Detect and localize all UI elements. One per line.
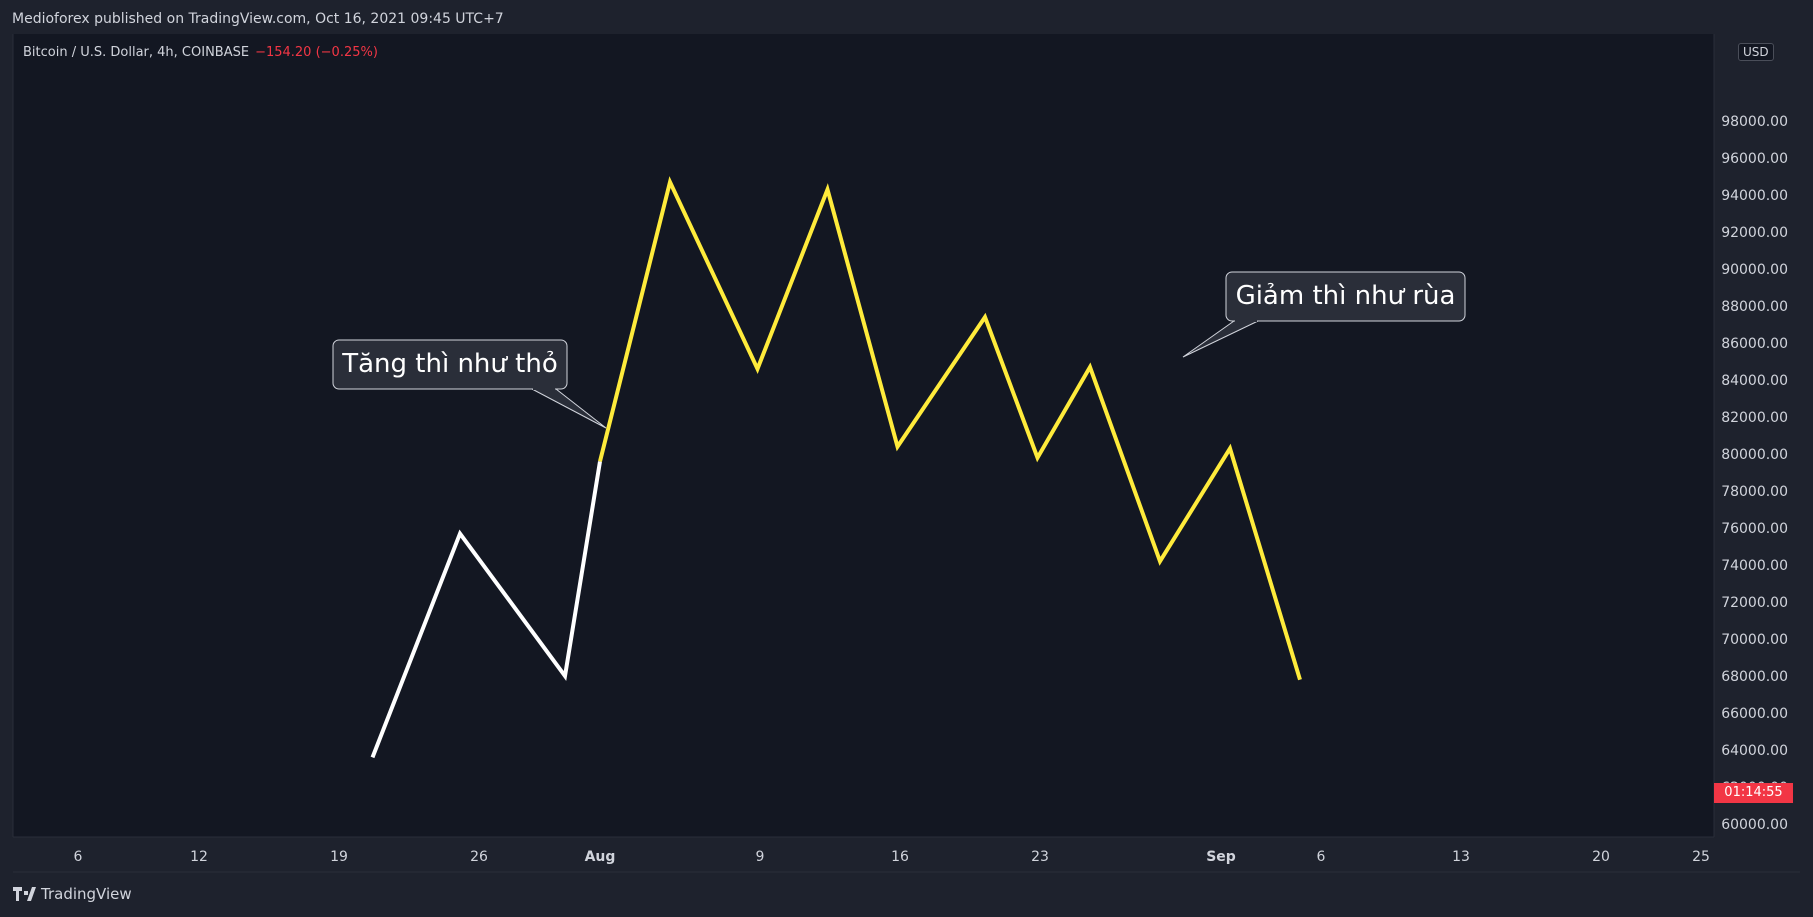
- y-tick-label: 78000.00: [1721, 484, 1788, 500]
- callout-annotation[interactable]: Giảm thì như rùa: [1182, 271, 1466, 358]
- y-tick-label: 96000.00: [1721, 151, 1788, 167]
- y-tick-label: 98000.00: [1721, 114, 1788, 130]
- callout-tail: [531, 388, 607, 429]
- series-layer: [370, 176, 1302, 759]
- x-tick-label: 6: [74, 849, 83, 865]
- y-tick-label: 94000.00: [1721, 188, 1788, 204]
- y-tick-label: 64000.00: [1721, 743, 1788, 759]
- y-tick-label: 66000.00: [1721, 706, 1788, 722]
- x-tick-label: 13: [1452, 849, 1470, 865]
- x-tick-label: 26: [470, 849, 488, 865]
- y-tick-label: 70000.00: [1721, 632, 1788, 648]
- callout-text: Tăng thì như thỏ: [341, 349, 558, 379]
- series-line[interactable]: [370, 461, 602, 759]
- brand-label: TradingView: [41, 885, 132, 903]
- symbol-label: Bitcoin / U.S. Dollar, 4h, COINBASE: [23, 45, 250, 60]
- y-tick-label: 84000.00: [1721, 373, 1788, 389]
- callout-text: Giảm thì như rùa: [1236, 281, 1456, 311]
- y-tick-label: 88000.00: [1721, 299, 1788, 315]
- currency-button[interactable]: USD: [1738, 43, 1774, 61]
- x-tick-label: Sep: [1206, 849, 1236, 865]
- y-tick-label: 72000.00: [1721, 595, 1788, 611]
- y-tick-label: 60000.00: [1721, 817, 1788, 833]
- y-tick-label: 92000.00: [1721, 225, 1788, 241]
- y-tick-label: 82000.00: [1721, 410, 1788, 426]
- y-tick-label: 76000.00: [1721, 521, 1788, 537]
- callout-tail: [1182, 320, 1259, 358]
- y-tick-label: 68000.00: [1721, 669, 1788, 685]
- series-line[interactable]: [598, 176, 1302, 681]
- change-label: −154.20 (−0.25%): [255, 45, 378, 60]
- y-tick-label: 74000.00: [1721, 558, 1788, 574]
- x-tick-label: 23: [1031, 849, 1049, 865]
- tradingview-logo-icon: [13, 887, 36, 901]
- x-tick-label: 12: [190, 849, 208, 865]
- price-axis: 60000.0062000.0064000.0066000.0068000.00…: [1721, 114, 1788, 833]
- callout-annotation[interactable]: Tăng thì như thỏ: [332, 339, 607, 429]
- x-tick-label: Aug: [585, 849, 616, 865]
- x-tick-label: 16: [891, 849, 909, 865]
- symbol-legend[interactable]: Bitcoin / U.S. Dollar, 4h, COINBASE −154.…: [23, 45, 378, 60]
- x-tick-label: 19: [330, 849, 348, 865]
- bar-countdown: 01:14:55: [1714, 783, 1793, 803]
- y-tick-label: 80000.00: [1721, 447, 1788, 463]
- time-axis: 6 12 19 26 Aug 9 16 23 Sep 6 13 20 25: [74, 849, 1710, 865]
- tradingview-brand[interactable]: TradingView: [13, 885, 132, 903]
- annotation-layer: Tăng thì như thỏ Giảm thì như rùa: [332, 271, 1466, 429]
- y-tick-label: 90000.00: [1721, 262, 1788, 278]
- x-tick-label: 20: [1592, 849, 1610, 865]
- x-tick-label: 9: [756, 849, 765, 865]
- x-tick-label: 25: [1692, 849, 1710, 865]
- x-tick-label: 6: [1317, 849, 1326, 865]
- price-chart[interactable]: 60000.0062000.0064000.0066000.0068000.00…: [0, 0, 1813, 917]
- y-tick-label: 86000.00: [1721, 336, 1788, 352]
